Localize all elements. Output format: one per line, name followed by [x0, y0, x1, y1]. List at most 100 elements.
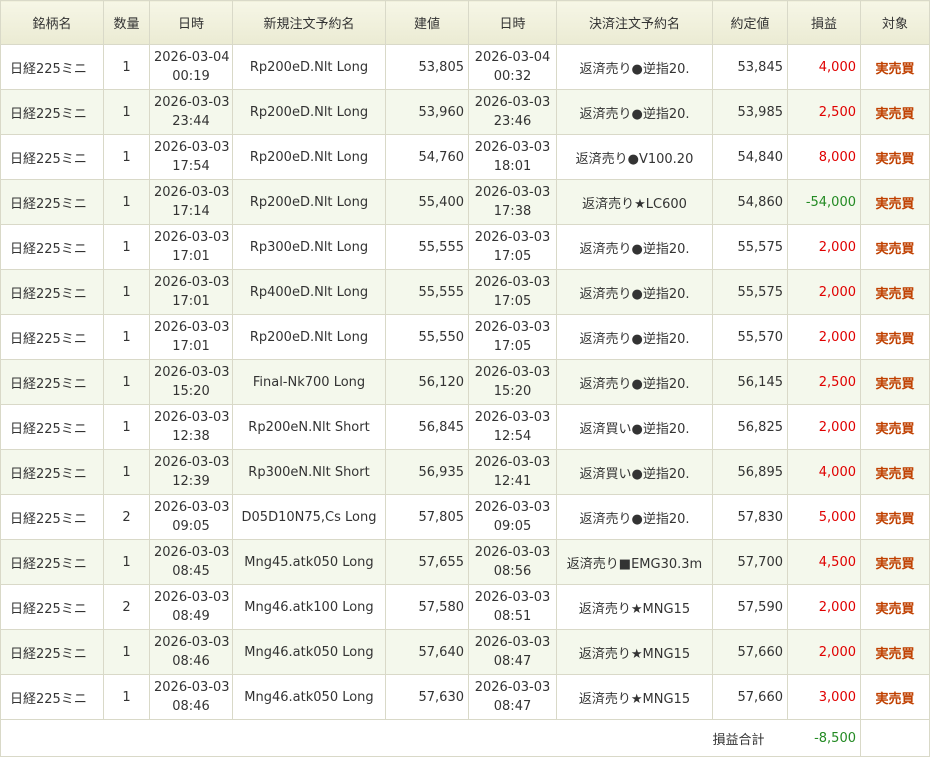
target-cell[interactable]: 実売買 [860, 674, 930, 720]
exit-price-cell: 57,700 [712, 539, 788, 585]
table-row: 日経225ミニ 2 2026-03-03 08:49 Mng46.atk100 Long… [0, 584, 930, 630]
entry-price-cell: 55,550 [385, 314, 469, 360]
target-cell[interactable]: 実売買 [860, 224, 930, 270]
open-datetime-cell: 2026-03-03 23:44 [149, 89, 233, 135]
table-row: 日経225ミニ 1 2026-03-03 17:01 Rp200eD.Nlt Long 5… [0, 314, 930, 360]
exit-price-cell: 54,840 [712, 134, 788, 180]
entry-price-cell: 57,640 [385, 629, 469, 675]
close-date: 2026-03-03 [474, 365, 551, 380]
entry-order-name-cell: Rp200eD.Nlt Long [232, 89, 386, 135]
open-time: 17:14 [172, 204, 210, 219]
target-cell[interactable]: 実売買 [860, 269, 930, 315]
entry-order-name-cell: Rp300eD.Nlt Long [232, 224, 386, 270]
quantity-cell: 2 [103, 494, 150, 540]
open-date: 2026-03-03 [154, 545, 230, 560]
header-entry-price[interactable]: 建値 [385, 0, 469, 45]
total-row: 損益合計 -8,500 [0, 719, 930, 757]
entry-price-cell: 56,935 [385, 449, 469, 495]
close-date: 2026-03-03 [474, 185, 551, 200]
close-date: 2026-03-03 [474, 95, 551, 110]
exit-price-cell: 55,575 [712, 269, 788, 315]
target-cell[interactable]: 実売買 [860, 584, 930, 630]
close-time: 18:01 [493, 159, 532, 174]
close-datetime-cell: 2026-03-03 15:20 [468, 359, 557, 405]
table-row: 日経225ミニ 1 2026-03-03 12:39 Rp300eN.Nlt Short… [0, 449, 930, 495]
close-date: 2026-03-03 [474, 545, 551, 560]
target-cell[interactable]: 実売買 [860, 494, 930, 540]
exit-order-name-cell: 返済売り●逆指20. [556, 494, 713, 540]
entry-price-cell: 54,760 [385, 134, 469, 180]
close-datetime-cell: 2026-03-03 08:56 [468, 539, 557, 585]
quantity-cell: 1 [103, 449, 150, 495]
target-cell[interactable]: 実売買 [860, 359, 930, 405]
open-date: 2026-03-03 [154, 275, 230, 290]
close-date: 2026-03-04 [474, 50, 551, 65]
header-quantity[interactable]: 数量 [103, 0, 150, 45]
entry-price-cell: 53,960 [385, 89, 469, 135]
close-date: 2026-03-03 [474, 455, 551, 470]
table-header-row: 銘柄名 数量 日時 新規注文予約名 建値 日時 決済注文予約名 約定値 損益 対… [0, 0, 930, 45]
target-cell[interactable]: 実売買 [860, 89, 930, 135]
close-datetime-cell: 2026-03-03 17:05 [468, 224, 557, 270]
header-open-datetime[interactable]: 日時 [149, 0, 233, 45]
close-datetime-cell: 2026-03-04 00:32 [468, 44, 557, 90]
exit-order-name-cell: 返済売り★MNG15 [556, 629, 713, 675]
close-datetime-cell: 2026-03-03 12:41 [468, 449, 557, 495]
total-pnl-value: -8,500 [787, 719, 861, 757]
open-date: 2026-03-03 [154, 230, 230, 245]
open-date: 2026-03-03 [154, 320, 230, 335]
entry-price-cell: 55,555 [385, 269, 469, 315]
entry-price-cell: 57,630 [385, 674, 469, 720]
header-exit-price[interactable]: 約定値 [712, 0, 788, 45]
entry-order-name-cell: Mng46.atk050 Long [232, 674, 386, 720]
open-time: 08:49 [172, 609, 210, 624]
open-time: 08:46 [172, 699, 210, 714]
close-datetime-cell: 2026-03-03 18:01 [468, 134, 557, 180]
entry-price-cell: 57,580 [385, 584, 469, 630]
header-symbol[interactable]: 銘柄名 [0, 0, 104, 45]
target-cell[interactable]: 実売買 [860, 44, 930, 90]
pnl-cell: 8,000 [787, 134, 861, 180]
pnl-cell: 2,000 [787, 314, 861, 360]
exit-price-cell: 56,145 [712, 359, 788, 405]
exit-order-name-cell: 返済売り●V100.20 [556, 134, 713, 180]
quantity-cell: 1 [103, 269, 150, 315]
symbol-cell: 日経225ミニ [0, 269, 104, 315]
entry-price-cell: 56,845 [385, 404, 469, 450]
target-cell[interactable]: 実売買 [860, 179, 930, 225]
header-close-datetime[interactable]: 日時 [468, 0, 557, 45]
exit-order-name-cell: 返済売り●逆指20. [556, 44, 713, 90]
entry-price-cell: 57,655 [385, 539, 469, 585]
close-time: 08:47 [493, 699, 532, 714]
entry-order-name-cell: Rp200eD.Nlt Long [232, 314, 386, 360]
target-cell[interactable]: 実売買 [860, 314, 930, 360]
exit-order-name-cell: 返済売り●逆指20. [556, 224, 713, 270]
target-cell[interactable]: 実売買 [860, 629, 930, 675]
target-cell[interactable]: 実売買 [860, 404, 930, 450]
close-time: 08:47 [493, 654, 532, 669]
header-target[interactable]: 対象 [860, 0, 930, 45]
exit-price-cell: 57,660 [712, 629, 788, 675]
table-row: 日経225ミニ 1 2026-03-04 00:19 Rp200eD.Nlt Long 5… [0, 44, 930, 90]
target-cell[interactable]: 実売買 [860, 449, 930, 495]
exit-order-name-cell: 返済売り★LC600 [556, 179, 713, 225]
open-datetime-cell: 2026-03-03 09:05 [149, 494, 233, 540]
open-date: 2026-03-03 [154, 410, 230, 425]
table-row: 日経225ミニ 1 2026-03-03 08:46 Mng46.atk050 Long… [0, 629, 930, 675]
header-entry-order-name[interactable]: 新規注文予約名 [232, 0, 386, 45]
header-pnl[interactable]: 損益 [787, 0, 861, 45]
close-date: 2026-03-03 [474, 410, 551, 425]
quantity-cell: 1 [103, 629, 150, 675]
symbol-cell: 日経225ミニ [0, 314, 104, 360]
close-time: 08:51 [493, 609, 532, 624]
entry-order-name-cell: Rp200eN.Nlt Short [232, 404, 386, 450]
total-label: 損益合計 [712, 719, 788, 757]
symbol-cell: 日経225ミニ [0, 134, 104, 180]
exit-price-cell: 56,825 [712, 404, 788, 450]
header-exit-order-name[interactable]: 決済注文予約名 [556, 0, 713, 45]
target-cell[interactable]: 実売買 [860, 539, 930, 585]
table-row: 日経225ミニ 2 2026-03-03 09:05 D05D10N75,Cs Long… [0, 494, 930, 540]
quantity-cell: 1 [103, 314, 150, 360]
target-cell[interactable]: 実売買 [860, 134, 930, 180]
quantity-cell: 1 [103, 224, 150, 270]
